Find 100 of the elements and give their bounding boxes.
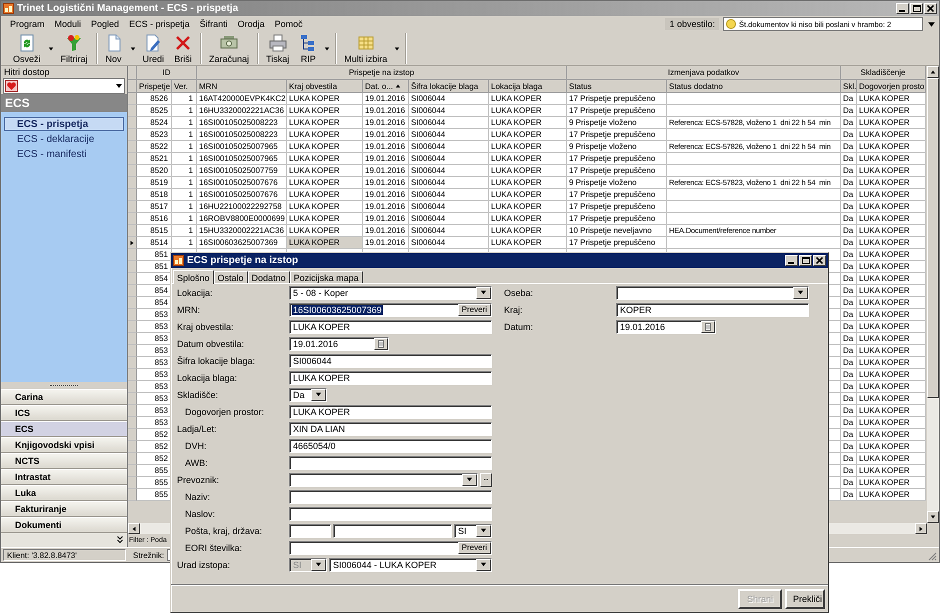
text-field[interactable]: LUKA KOPER [289,370,492,384]
row-header[interactable] [128,237,137,249]
toolbar-button[interactable]: Nov [100,33,128,64]
splitter-handle[interactable] [50,385,78,386]
nav-button[interactable]: Fakturiranje [1,501,127,517]
text-field[interactable] [289,506,492,520]
calendar-button[interactable] [374,338,388,350]
down-arrow-icon[interactable] [930,514,936,520]
maximize-button[interactable] [910,3,923,14]
caret-icon[interactable] [394,46,400,52]
menu-item[interactable]: Pomoč [270,17,308,31]
nav-button[interactable]: Dokumenti [1,517,127,533]
column-header[interactable]: Prispetje [137,80,172,93]
text-field[interactable] [289,456,492,470]
scroll-right-button[interactable] [915,523,927,534]
scroll-up-button[interactable] [927,66,939,78]
text-field[interactable] [289,490,492,504]
menu-item[interactable]: ECS - prispetja [124,17,195,31]
dropdown-button[interactable] [311,388,326,400]
minimize-button[interactable] [896,3,909,14]
nav-button[interactable]: Luka [1,485,127,501]
text-field[interactable]: XIN DA LIAN [289,422,492,436]
tab[interactable]: Pozicijska mapa [290,271,363,283]
calendar-button[interactable] [701,320,715,332]
text-field[interactable]: LUKA KOPER [289,320,492,334]
menu-item[interactable]: Moduli [50,17,86,31]
dropdown[interactable]: 5 - 08 - Koper [289,286,492,300]
dropdown[interactable]: Da [289,388,327,402]
maximize-button[interactable] [799,255,812,266]
column-header[interactable]: Kraj obvestila [287,80,363,93]
menu-item[interactable]: Pogled [86,17,124,31]
close-button[interactable] [813,255,826,266]
toolbar-button[interactable]: Tiskaj [261,33,294,64]
toolbar-button[interactable]: Briši [169,33,198,64]
nav-button[interactable]: NCTS [1,453,127,469]
up-arrow-icon[interactable] [930,69,936,75]
close-button[interactable] [924,3,937,14]
column-header[interactable]: Status [567,80,667,93]
chevron-icon[interactable] [117,536,123,544]
more-button[interactable] [480,472,492,486]
menu-item[interactable]: Šifranti [194,17,233,31]
dropdown[interactable] [616,286,809,300]
text-field[interactable]: KOPER [616,302,809,316]
caret-icon[interactable] [480,561,487,568]
dialog-button[interactable]: Prekliči [785,588,825,608]
nav-button[interactable]: Intrastat [1,469,127,485]
caret-icon[interactable] [480,289,487,296]
text-field[interactable] [289,524,331,538]
column-header[interactable]: Skl. [841,80,857,93]
dropdown-button[interactable] [793,286,808,298]
nav-button[interactable]: ICS [1,405,127,421]
tab[interactable]: Dodatno [248,271,290,283]
dropdown[interactable] [289,472,478,486]
column-header[interactable]: Status dodatno [667,80,841,93]
dropdown-button[interactable] [476,524,491,536]
column-header[interactable]: Šifra lokacije blaga [409,80,489,93]
dropdown-button[interactable] [462,474,477,486]
row-pointer-icon[interactable] [129,240,135,246]
caret-icon[interactable] [315,391,322,398]
vertical-scrollbar[interactable] [927,66,939,523]
dropdown-button[interactable] [476,286,491,298]
nav-button[interactable]: ECS [1,421,127,437]
caret-icon[interactable] [130,46,136,52]
caret-icon[interactable] [927,20,936,28]
sort-arrow-icon[interactable] [395,83,402,89]
tab[interactable]: Splošno [173,270,214,284]
module-item[interactable]: ECS - prispetja [4,117,124,131]
module-item[interactable]: ECS - manifesti [4,147,124,161]
menu-item[interactable]: Orodja [232,17,270,31]
tab[interactable]: Ostalo [214,271,248,283]
date-field[interactable]: 19.01.2016 [289,336,389,350]
menu-item[interactable]: Program [5,17,50,31]
text-field[interactable]: Preveri [289,540,492,554]
left-arrow-icon[interactable] [131,526,137,532]
column-header[interactable]: MRN [197,80,287,93]
caret-icon[interactable] [480,527,487,534]
toolbar-button[interactable]: Zaračunaj [204,33,254,64]
caret-icon[interactable] [466,476,473,483]
dropdown[interactable]: SI [454,524,492,538]
caret-icon[interactable] [48,46,54,52]
dropdown[interactable]: SI006044 - LUKA KOPER [329,558,492,572]
scrollbar-thumb[interactable] [927,78,939,398]
verify-button[interactable]: Preveri [458,304,491,316]
toolbar-button[interactable]: Uredi [138,33,170,64]
dropdown-button[interactable] [476,558,491,570]
date-field[interactable]: 19.01.2016 [616,320,716,334]
minimize-button[interactable] [785,255,798,266]
verify-button[interactable]: Preveri [458,542,491,554]
caret-icon[interactable] [115,82,123,90]
text-field[interactable]: LUKA KOPER [289,404,492,418]
quick-access-dropdown[interactable] [3,78,125,94]
caret-icon[interactable] [324,46,330,52]
column-header[interactable]: Lokacija blaga [489,80,567,93]
resize-grip-icon[interactable] [928,552,937,561]
toolbar-button[interactable]: RIP [294,33,322,64]
scroll-down-button[interactable] [927,511,939,523]
text-field[interactable] [333,524,452,538]
text-field[interactable]: SI006044 [289,354,492,368]
column-header[interactable]: Dogovorjen prosto [857,80,926,93]
column-header[interactable]: Ver. [172,80,197,93]
